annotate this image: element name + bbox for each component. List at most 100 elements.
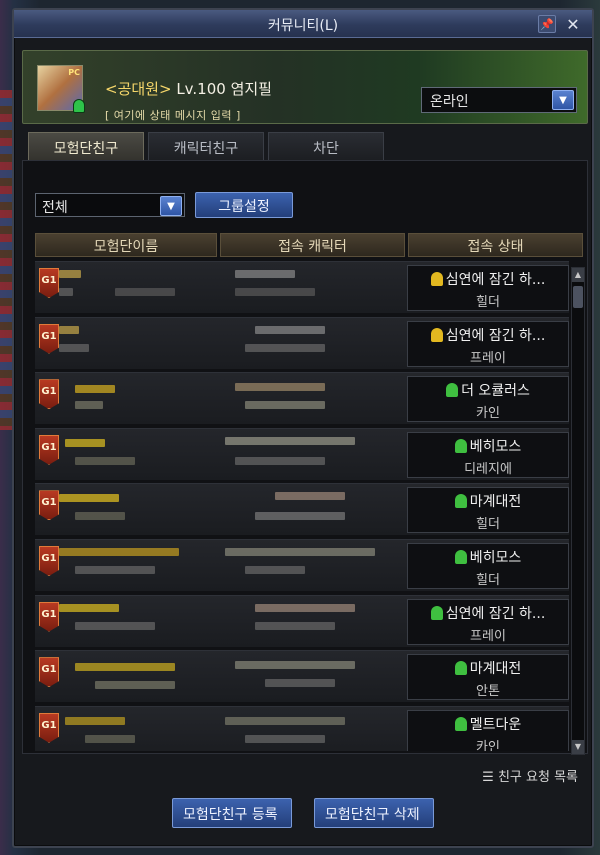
redacted-text — [245, 734, 325, 743]
online-icon — [73, 99, 85, 113]
table-row[interactable]: G1 심연에 잠긴 하... 프레이 — [35, 316, 569, 369]
status-location-line: 베히모스 — [408, 436, 568, 456]
scroll-thumb[interactable] — [573, 286, 583, 308]
redacted-text — [59, 270, 81, 278]
redacted-text — [255, 621, 335, 630]
level-icon — [454, 438, 467, 453]
group-filter-dropdown[interactable]: 전체 ▼ — [35, 193, 185, 217]
online-status-cell: 심연에 잠긴 하... 프레이 — [407, 320, 569, 367]
redacted-text — [75, 663, 175, 672]
status-job: 안톤 — [476, 684, 500, 700]
redacted-text — [225, 436, 355, 445]
redacted-text — [59, 603, 119, 612]
table-row[interactable]: G1 마계대전안톤 — [35, 650, 569, 703]
group-badge: G1 — [39, 545, 59, 576]
redacted-text — [255, 325, 325, 334]
status-job: 힐더 — [476, 517, 500, 533]
status-job: 카인 — [476, 406, 500, 422]
redacted-text — [59, 288, 73, 296]
close-icon[interactable]: ✕ — [564, 15, 582, 34]
table-row[interactable]: G1 심연에 잠긴 하... 힐더 — [35, 261, 569, 313]
redacted-text — [235, 288, 315, 296]
group-badge: G1 — [39, 601, 59, 632]
avatar: PC — [37, 65, 85, 113]
redacted-text — [75, 401, 103, 410]
group-settings-button[interactable]: 그룹설정 — [195, 192, 293, 218]
scroll-up-icon[interactable]: ▲ — [572, 268, 584, 282]
chevron-down-icon[interactable]: ▼ — [160, 196, 182, 216]
status-location-line: 심연에 잠긴 하... — [408, 603, 568, 623]
tab-character-friends[interactable]: 캐릭터친구 — [148, 132, 264, 160]
status-location: 베히모스 — [469, 438, 522, 455]
presence-value: 온라인 — [430, 94, 469, 110]
redacted-text — [75, 512, 125, 521]
status-job: 카인 — [476, 739, 500, 751]
window-titlebar[interactable]: 커뮤니티(L) 📌 ✕ — [14, 10, 592, 38]
table-row[interactable]: G1 마계대전 힐더 — [35, 483, 569, 536]
redacted-text — [245, 565, 305, 574]
list-icon: ☰ — [482, 770, 494, 785]
online-status-cell: 심연에 잠긴 하... 힐더 — [407, 265, 569, 311]
status-location-line: 심연에 잠긴 하... — [408, 269, 568, 289]
chevron-down-icon[interactable]: ▼ — [552, 90, 574, 110]
online-status-cell: 심연에 잠긴 하... 프레이 — [407, 598, 569, 645]
status-location-line: 심연에 잠긴 하... — [408, 325, 568, 345]
header-online-status[interactable]: 접속 상태 — [408, 233, 583, 257]
redacted-text — [235, 383, 325, 392]
status-location: 베히모스 — [469, 549, 522, 566]
profile-guild: <공대원> — [105, 80, 172, 98]
table-row[interactable]: G1 베히모스힐더 — [35, 538, 569, 591]
register-friend-button[interactable]: 모험단친구 등록 — [172, 798, 292, 828]
status-job: 힐더 — [476, 295, 500, 310]
redacted-text — [59, 343, 89, 352]
group-badge: G1 — [39, 323, 59, 354]
redacted-text — [245, 401, 325, 410]
redacted-text — [59, 325, 79, 334]
status-location-line: 더 오큘러스 — [408, 380, 568, 400]
scrollbar[interactable]: ▲ ▼ — [571, 267, 585, 755]
redacted-text — [95, 681, 175, 690]
group-badge: G1 — [39, 657, 59, 688]
status-job: 힐더 — [476, 572, 500, 588]
table-row[interactable]: G1 심연에 잠긴 하... 프레이 — [35, 594, 569, 647]
tab-block[interactable]: 차단 — [268, 132, 384, 160]
online-status-cell: 멜트다운카인 — [407, 709, 569, 751]
status-job: 디레지에 — [464, 461, 512, 477]
group-badge: G1 — [39, 379, 59, 410]
header-online-character[interactable]: 접속 캐릭터 — [220, 233, 405, 257]
level-icon — [430, 272, 443, 286]
table-header: 모험단이름 접속 캐릭터 접속 상태 — [35, 233, 583, 257]
group-badge: G1 — [39, 712, 59, 743]
redacted-text — [275, 492, 345, 501]
redacted-text — [75, 385, 115, 394]
table-row[interactable]: G1 베히모스 디레지에 — [35, 427, 569, 480]
status-location-line: 마계대전 — [408, 658, 568, 678]
status-location: 심연에 잠긴 하... — [445, 327, 546, 344]
status-location: 더 오큘러스 — [461, 383, 530, 400]
online-status-cell: 베히모스힐더 — [407, 542, 569, 589]
redacted-text — [75, 456, 135, 465]
scroll-down-icon[interactable]: ▼ — [572, 740, 584, 754]
pin-icon[interactable]: 📌 — [538, 15, 556, 33]
redacted-text — [65, 716, 125, 725]
table-row[interactable]: G1 멜트다운카인 — [35, 705, 569, 751]
redacted-text — [59, 494, 119, 503]
status-location-line: 멜트다운 — [408, 714, 568, 734]
group-badge: G1 — [39, 268, 59, 298]
profile-name: <공대원> Lv.100 염지필 — [105, 78, 272, 99]
header-adventure-name[interactable]: 모험단이름 — [35, 233, 217, 257]
status-location-line: 마계대전 — [408, 491, 568, 511]
friend-list: G1 심연에 잠긴 하... 힐더 G1 심연에 잠긴 하... 프레이 G1 더 오큘러스카… — [35, 261, 569, 751]
redacted-text — [65, 438, 105, 447]
table-row[interactable]: G1 더 오큘러스카인 — [35, 372, 569, 425]
presence-dropdown[interactable]: 온라인 ▼ — [421, 87, 577, 113]
friend-request-list-link[interactable]: ☰ 친구 요청 목록 — [482, 766, 578, 785]
status-message-input[interactable]: [ 여기에 상태 메시지 입력 ] — [105, 107, 241, 123]
level-icon — [446, 383, 459, 398]
delete-friend-button[interactable]: 모험단친구 삭제 — [314, 798, 434, 828]
tab-adventure-friends[interactable]: 모험단친구 — [28, 132, 144, 160]
redacted-text — [225, 716, 345, 725]
friends-panel: 전체 ▼ 그룹설정 모험단이름 접속 캐릭터 접속 상태 G1 심연에 잠긴 하.… — [22, 160, 588, 755]
redacted-text — [75, 565, 155, 574]
redacted-text — [265, 679, 335, 688]
